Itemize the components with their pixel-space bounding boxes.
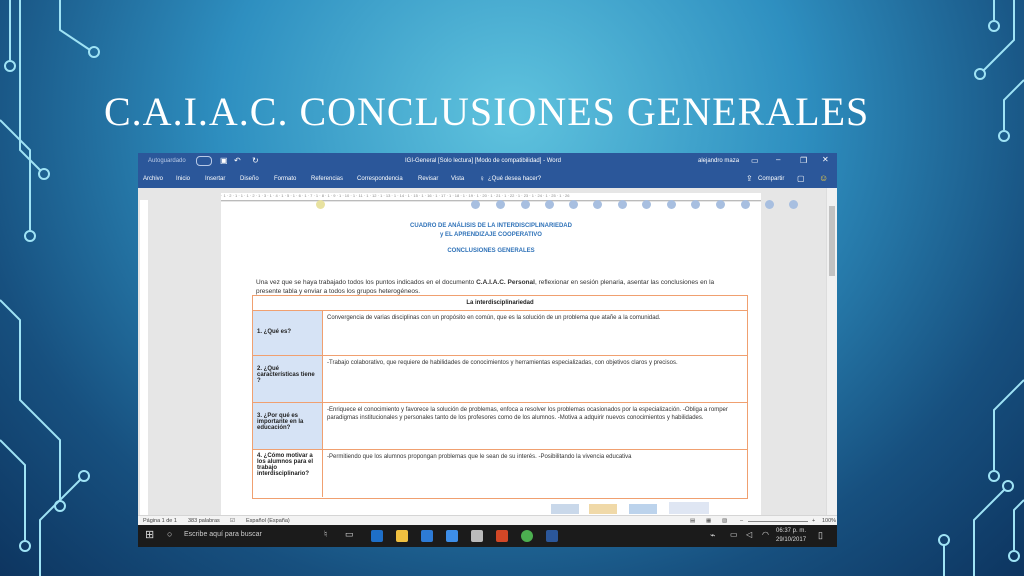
taskbar-search-input[interactable]: Escribe aquí para buscar: [184, 531, 262, 538]
word-title-bar: Autoguardado ▣ ↶ ↻ IGI-General [Solo lec…: [138, 153, 837, 170]
file-explorer-icon[interactable]: [396, 530, 408, 542]
tab-insertar[interactable]: Insertar: [205, 176, 225, 182]
table-header: La interdisciplinariedad: [253, 296, 747, 311]
tab-vista[interactable]: Vista: [451, 176, 464, 182]
maximize-icon[interactable]: ❐: [800, 156, 807, 165]
word-screenshot: Autoguardado ▣ ↶ ↻ IGI-General [Solo lec…: [138, 153, 837, 547]
redo-icon[interactable]: ↻: [252, 156, 259, 165]
question-cell: 1. ¿Qué es?: [253, 311, 323, 355]
document-page[interactable]: CUADRO DE ANÁLISIS DE LA INTERDISCIPLINA…: [221, 200, 798, 516]
question-cell: 4. ¿Cómo motivar a los alumnos para el t…: [253, 450, 323, 497]
doc-heading-line1: CUADRO DE ANÁLISIS DE LA INTERDISCIPLINA…: [410, 223, 572, 229]
horizontal-ruler[interactable]: · 1 · 2 · 1 · 1 · 1 · 2 · 1 · 3 · 1 · 4 …: [221, 193, 761, 201]
ribbon-tabs: Archivo Inicio Insertar Diseño Formato R…: [138, 170, 837, 188]
taskbar-search-box[interactable]: ○ Escribe aquí para buscar ♮: [162, 525, 342, 547]
answer-cell: -Trabajo colaborativo, que requiere de h…: [327, 360, 678, 366]
zoom-out-icon[interactable]: –: [740, 518, 743, 524]
autosave-toggle[interactable]: [196, 156, 212, 166]
read-mode-icon[interactable]: ▤: [690, 518, 695, 524]
slide-title: C.A.I.A.C. CONCLUSIONES GENERALES: [104, 89, 870, 134]
volume-icon[interactable]: ◁: [746, 530, 752, 539]
table-row: 4. ¿Cómo motivar a los alumnos para el t…: [253, 450, 747, 497]
battery-icon[interactable]: ▭: [730, 530, 738, 539]
undo-icon[interactable]: ↶: [234, 156, 241, 165]
user-name[interactable]: alejandro maza: [698, 158, 739, 164]
share-icon: ⇪: [746, 174, 753, 183]
tab-inicio[interactable]: Inicio: [176, 176, 190, 182]
circuit-decoration-right: [938, 0, 1024, 576]
save-icon[interactable]: ▣: [220, 156, 228, 165]
search-icon: ○: [167, 529, 173, 539]
zoom-level[interactable]: 100%: [822, 518, 836, 524]
footer-images: [551, 502, 751, 516]
doc-heading-line3: CONCLUSIONES GENERALES: [447, 248, 535, 254]
tab-formato[interactable]: Formato: [274, 176, 296, 182]
web-layout-icon[interactable]: ▧: [722, 518, 727, 524]
powerpoint-icon[interactable]: [496, 530, 508, 542]
answer-cell: -Enriquece el conocimiento y favorece la…: [327, 407, 728, 421]
minimize-icon[interactable]: –: [776, 155, 780, 164]
circuit-decoration-left: [0, 0, 100, 576]
mail-icon[interactable]: [471, 530, 483, 542]
scrollbar-thumb[interactable]: [829, 206, 835, 276]
clock-time[interactable]: 06:37 p. m.: [776, 528, 806, 534]
proofing-icon[interactable]: ☑: [230, 518, 235, 524]
answer-cell: Convergencia de varias disciplinas con u…: [327, 315, 661, 321]
smiley-icon[interactable]: ☺: [819, 173, 828, 183]
dropbox-icon[interactable]: [446, 530, 458, 542]
word-icon[interactable]: [546, 530, 558, 542]
task-view-icon[interactable]: ▭: [345, 529, 354, 540]
document-workspace: · 1 · 2 · 1 · 1 · 1 · 2 · 1 · 3 · 1 · 4 …: [138, 188, 837, 515]
chrome-icon[interactable]: [521, 530, 533, 542]
windows-start-icon[interactable]: ⊞: [145, 528, 154, 541]
word-count[interactable]: 383 palabras: [188, 518, 220, 524]
print-layout-icon[interactable]: ▦: [706, 518, 711, 524]
network-icon[interactable]: ⌁: [710, 530, 715, 541]
table-row: 1. ¿Qué es? Convergencia de varias disci…: [253, 311, 747, 356]
conclusions-table: La interdisciplinariedad 1. ¿Qué es? Con…: [252, 295, 748, 499]
tab-revisar[interactable]: Revisar: [418, 176, 438, 182]
page-count[interactable]: Página 1 de 1: [143, 518, 177, 524]
comment-icon[interactable]: ▢: [797, 174, 805, 183]
tab-diseno[interactable]: Diseño: [240, 176, 259, 182]
doc-heading-line2: y EL APRENDIZAJE COOPERATIVO: [440, 232, 542, 238]
windows-taskbar: ⊞ ○ Escribe aquí para buscar ♮ ▭ ⌁ ▭ ◁ ◠…: [138, 525, 837, 547]
notifications-icon[interactable]: ▯: [818, 530, 823, 541]
autosave-label: Autoguardado: [148, 158, 186, 164]
edge-icon[interactable]: [371, 530, 383, 542]
question-cell: 3. ¿Por qué es importante en la educació…: [253, 403, 323, 449]
intro-paragraph: Una vez que se haya trabajado todos los …: [256, 279, 715, 295]
table-row: 2. ¿Qué características tiene ? -Trabajo…: [253, 356, 747, 403]
answer-cell: -Permitiendo que los alumnos propongan p…: [327, 454, 632, 460]
tell-me-search[interactable]: ¿Qué desea hacer?: [488, 176, 541, 182]
table-row: 3. ¿Por qué es importante en la educació…: [253, 403, 747, 450]
zoom-in-icon[interactable]: +: [812, 518, 815, 524]
ribbon-options-icon[interactable]: ▭: [751, 156, 759, 165]
microphone-icon[interactable]: ♮: [324, 529, 327, 540]
tab-correspondencia[interactable]: Correspondencia: [357, 176, 403, 182]
wifi-icon[interactable]: ◠: [762, 530, 769, 539]
document-title: IGI-General [Solo lectura] [Modo de comp…: [405, 158, 561, 164]
close-icon[interactable]: ✕: [822, 155, 829, 164]
tab-archivo[interactable]: Archivo: [143, 176, 163, 182]
tab-referencias[interactable]: Referencias: [311, 176, 343, 182]
lightbulb-icon: ♀: [479, 174, 485, 183]
question-cell: 2. ¿Qué características tiene ?: [253, 356, 323, 402]
clock-date[interactable]: 29/10/2017: [776, 537, 806, 543]
store-icon[interactable]: [421, 530, 433, 542]
vertical-ruler: [140, 200, 148, 515]
zoom-slider[interactable]: [748, 521, 808, 522]
share-button[interactable]: Compartir: [758, 176, 784, 182]
vertical-scrollbar[interactable]: [826, 188, 837, 515]
language-status[interactable]: Español (España): [246, 518, 290, 524]
